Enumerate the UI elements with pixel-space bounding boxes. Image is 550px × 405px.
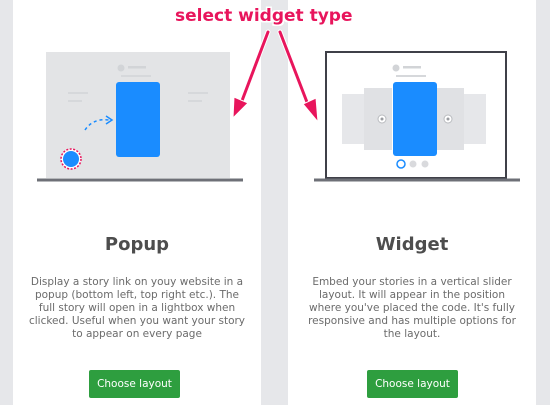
phone-story — [393, 82, 437, 156]
slider-dot-active — [396, 159, 406, 169]
popup-illustration — [37, 52, 243, 182]
select-widget-type-annotation: select widget type — [175, 6, 353, 26]
popup-bubble-icon — [63, 151, 79, 167]
widget-card: Widget Embed your stories in a vertical … — [288, 0, 536, 405]
slider-dot — [421, 160, 429, 168]
choose-layout-button[interactable]: Choose layout — [367, 370, 458, 398]
card-title: Widget — [375, 234, 449, 255]
phone-story — [116, 82, 160, 157]
slider-dot — [409, 160, 417, 168]
popup-card: Popup Display a story link on youy websi… — [13, 0, 261, 405]
widget-illustration — [314, 51, 520, 182]
card-title: Popup — [104, 234, 170, 255]
card-description: Embed your stories in a vertical slider … — [308, 276, 516, 340]
choose-layout-button[interactable]: Choose layout — [89, 370, 180, 398]
card-description: Display a story link on youy website in … — [28, 276, 246, 340]
